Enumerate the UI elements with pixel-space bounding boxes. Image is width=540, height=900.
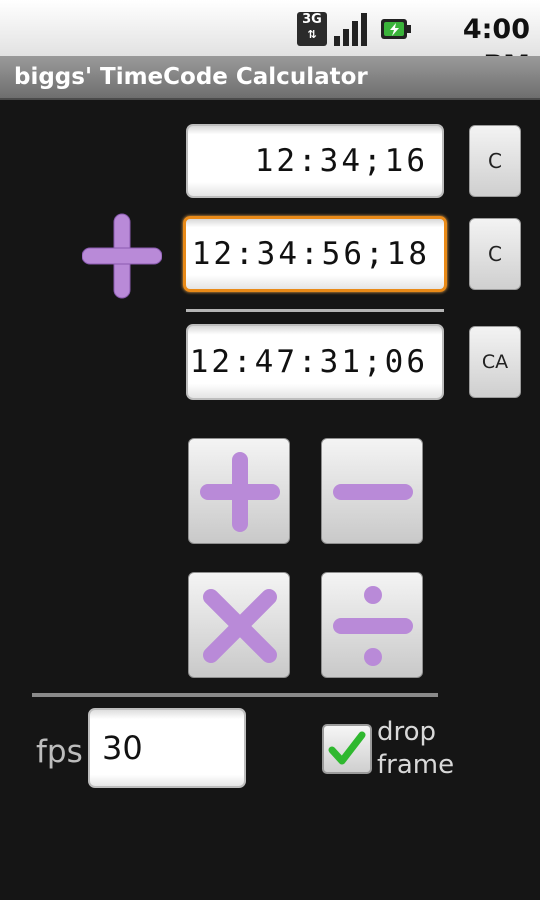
- drop-frame-checkbox[interactable]: [322, 724, 372, 774]
- app-title: biggs' TimeCode Calculator: [14, 64, 368, 90]
- app-screen: 3G ⇅ 4:00 PM biggs' TimeCode Calculator …: [0, 0, 540, 900]
- calculator-panel: 12:34;16 C 12:34:56;18 C 12:47:31;06 CA: [0, 100, 540, 900]
- minus-icon: [333, 484, 413, 500]
- 3g-data-icon: 3G ⇅: [297, 12, 327, 46]
- clear-all-button[interactable]: CA: [469, 326, 521, 398]
- title-bar: biggs' TimeCode Calculator: [0, 56, 540, 100]
- multiply-button[interactable]: [188, 572, 290, 678]
- plus-icon: [82, 213, 162, 299]
- add-button[interactable]: [188, 438, 290, 544]
- sum-divider-line: [186, 309, 444, 312]
- timecode-input-1[interactable]: 12:34;16: [186, 124, 444, 198]
- drop-frame-label[interactable]: drop frame: [377, 716, 487, 782]
- clear-operand-1-button[interactable]: C: [469, 125, 521, 197]
- network-type-label: 3G: [302, 12, 322, 27]
- battery-charging-icon: [381, 19, 411, 39]
- timecode-input-2[interactable]: 12:34:56;18: [183, 216, 447, 292]
- checkmark-icon: [328, 731, 366, 765]
- status-bar: 3G ⇅ 4:00 PM: [0, 0, 540, 81]
- fps-label: fps: [36, 734, 83, 770]
- subtract-button[interactable]: [321, 438, 423, 544]
- timecode-result-field[interactable]: 12:47:31;06: [186, 324, 444, 400]
- fps-input[interactable]: 30: [88, 708, 246, 788]
- settings-divider: [32, 693, 438, 697]
- plus-icon: [200, 452, 280, 532]
- divide-icon: [333, 586, 413, 666]
- signal-strength-icon: [334, 13, 367, 46]
- clear-operand-2-button[interactable]: C: [469, 218, 521, 290]
- divide-button[interactable]: [321, 572, 423, 678]
- multiply-icon: [203, 589, 277, 663]
